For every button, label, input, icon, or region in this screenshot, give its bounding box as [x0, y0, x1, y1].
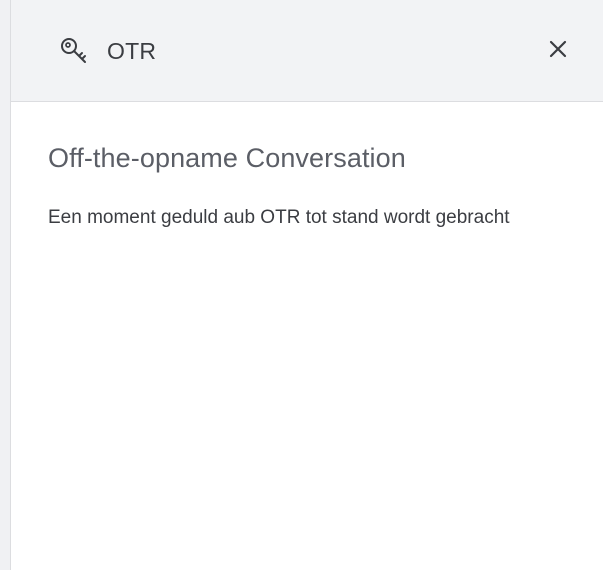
close-button[interactable] — [541, 32, 575, 66]
header-title: OTR — [107, 38, 157, 64]
otr-window: OTR Off-the-opname Conversation Een mome… — [0, 0, 603, 570]
panel-content: Off-the-opname Conversation Een moment g… — [48, 140, 588, 231]
close-icon — [549, 40, 567, 58]
key-icon — [61, 38, 86, 63]
otr-panel: OTR Off-the-opname Conversation Een mome… — [10, 0, 603, 570]
panel-header: OTR — [11, 0, 603, 102]
status-message: Een moment geduld aub OTR tot stand word… — [48, 207, 510, 228]
conversation-title: Off-the-opname Conversation — [48, 143, 406, 173]
background-strip — [0, 0, 10, 570]
